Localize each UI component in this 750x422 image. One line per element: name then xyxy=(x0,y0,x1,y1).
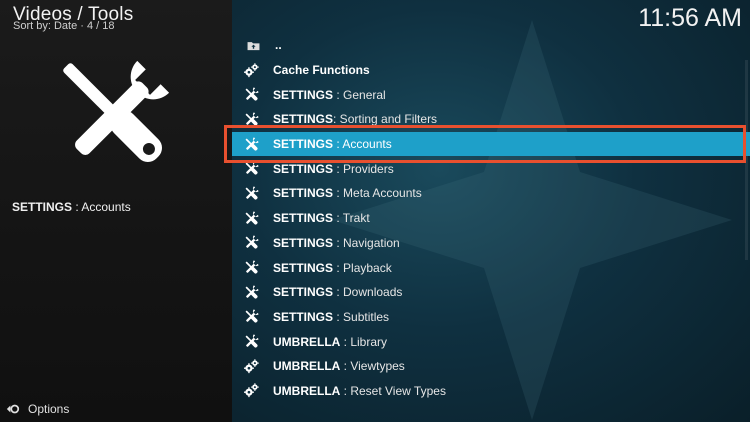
list-item[interactable]: SETTINGS : Downloads xyxy=(232,280,750,305)
list-item-detail: : Trakt xyxy=(333,211,370,226)
list-item-label: SETTINGS : Accounts xyxy=(273,137,392,151)
list-item-label: .. xyxy=(275,38,282,52)
list-item-label: SETTINGS : Downloads xyxy=(273,285,402,299)
list-item[interactable]: Cache Functions xyxy=(232,58,750,83)
list-item-label: SETTINGS : Playback xyxy=(273,261,392,275)
selected-item-label: SETTINGS : Accounts xyxy=(12,200,131,214)
left-info-panel: Videos / Tools Sort by: Date · 4 / 18 SE… xyxy=(0,0,232,422)
list-item-label: SETTINGS : Meta Accounts xyxy=(273,186,422,200)
list-item-title: UMBRELLA xyxy=(273,359,341,374)
options-arrows-icon xyxy=(6,404,20,414)
list-item[interactable]: SETTINGS : Subtitles xyxy=(232,305,750,330)
tools-icon xyxy=(242,135,260,153)
gears-icon xyxy=(242,382,260,400)
list-item-title: SETTINGS xyxy=(273,87,334,102)
list-item-title: SETTINGS xyxy=(273,309,334,324)
list-item[interactable]: SETTINGS: Sorting and Filters xyxy=(232,107,750,132)
tools-icon xyxy=(242,333,260,351)
tools-icon xyxy=(242,184,260,202)
list-item-title: SETTINGS xyxy=(273,285,334,300)
list-item-detail: : Navigation xyxy=(333,235,400,250)
list-item-detail: : Viewtypes xyxy=(340,359,405,374)
list-item-detail: : Downloads xyxy=(333,285,403,300)
list-item-label: SETTINGS : Trakt xyxy=(273,211,370,225)
list-item-title: UMBRELLA xyxy=(273,334,341,349)
tools-icon xyxy=(242,234,260,252)
list-item-label: SETTINGS: Sorting and Filters xyxy=(273,112,437,126)
list-item[interactable]: SETTINGS : Navigation xyxy=(232,231,750,256)
tools-icon xyxy=(242,110,260,128)
item-list: .. Cache Functions SETTINGS : General SETTI… xyxy=(232,33,750,403)
tools-icon xyxy=(242,259,260,277)
list-item-detail: : Subtitles xyxy=(333,309,390,324)
list-item[interactable]: SETTINGS : Providers xyxy=(232,156,750,181)
list-item-detail: : Meta Accounts xyxy=(333,186,422,201)
tools-icon xyxy=(242,160,260,178)
list-item-detail: : Library xyxy=(340,334,388,349)
list-item-label: UMBRELLA : Library xyxy=(273,335,387,349)
list-item-detail: : Sorting and Filters xyxy=(333,112,438,127)
list-item-title: SETTINGS xyxy=(273,137,334,152)
list-item[interactable]: SETTINGS : General xyxy=(232,82,750,107)
list-item[interactable]: SETTINGS : Trakt xyxy=(232,206,750,231)
list-item-detail: : Accounts xyxy=(333,137,392,152)
list-item-label: UMBRELLA : Viewtypes xyxy=(273,359,405,373)
gears-icon xyxy=(242,61,260,79)
list-item-detail: : Providers xyxy=(333,161,394,176)
list-item-title: SETTINGS xyxy=(273,211,334,226)
list-item[interactable]: UMBRELLA : Reset View Types xyxy=(232,379,750,404)
list-item[interactable]: UMBRELLA : Viewtypes xyxy=(232,354,750,379)
list-item[interactable]: SETTINGS : Meta Accounts xyxy=(232,181,750,206)
tools-icon xyxy=(242,283,260,301)
list-item-title: SETTINGS xyxy=(273,260,334,275)
list-item[interactable]: SETTINGS : Playback xyxy=(232,255,750,280)
list-item[interactable]: .. xyxy=(232,33,750,58)
options-button[interactable]: Options xyxy=(6,402,69,416)
list-item-title: SETTINGS xyxy=(273,235,334,250)
list-item-title: SETTINGS xyxy=(273,161,334,176)
list-item-detail: : General xyxy=(333,87,386,102)
list-item-title: UMBRELLA xyxy=(273,383,341,398)
list-item-title: Cache Functions xyxy=(273,63,370,78)
list-item-title: SETTINGS xyxy=(273,186,334,201)
list-item-title: SETTINGS xyxy=(273,112,334,127)
tools-icon xyxy=(242,209,260,227)
gears-icon xyxy=(242,357,260,375)
tools-icon xyxy=(242,308,260,326)
options-label: Options xyxy=(28,402,70,416)
list-item[interactable]: UMBRELLA : Library xyxy=(232,329,750,354)
list-panel: 11:56 AM .. Cache Functions SETTINGS : Gen… xyxy=(232,0,750,422)
list-item-label: SETTINGS : General xyxy=(273,88,386,102)
list-item-detail: : Playback xyxy=(333,260,392,275)
list-item-detail: : Reset View Types xyxy=(340,383,446,398)
tools-icon xyxy=(242,86,260,104)
list-item-label: SETTINGS : Navigation xyxy=(273,236,400,250)
tools-large-icon xyxy=(63,60,170,163)
list-item-label: Cache Functions xyxy=(273,63,370,77)
list-item-title: .. xyxy=(275,38,282,53)
sort-info: Sort by: Date · 4 / 18 xyxy=(13,20,115,32)
list-item[interactable]: SETTINGS : Accounts xyxy=(232,131,750,157)
list-item-label: SETTINGS : Providers xyxy=(273,162,394,176)
clock: 11:56 AM xyxy=(638,4,742,32)
list-item-label: UMBRELLA : Reset View Types xyxy=(273,384,446,398)
list-item-label: SETTINGS : Subtitles xyxy=(273,310,389,324)
folder-up-icon xyxy=(244,36,262,54)
